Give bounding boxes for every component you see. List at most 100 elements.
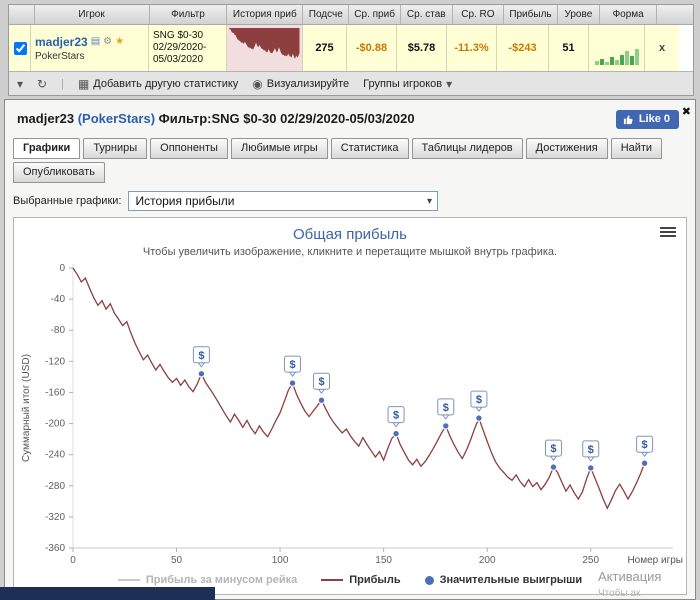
form-bar (609, 57, 614, 65)
panel-title-site[interactable]: (PokerStars) (78, 111, 155, 126)
column-header-form[interactable]: Форма (600, 5, 658, 25)
form-bar (594, 61, 599, 65)
tabs-row-1: Графики Турниры Оппоненты Любимые игры С… (13, 138, 695, 159)
svg-text:200: 200 (479, 555, 496, 566)
filter-line: SNG $0-30 (153, 30, 204, 41)
column-header-checkbox (9, 5, 35, 25)
row-checkbox-cell (9, 25, 31, 71)
achievements-star-icon[interactable]: ★ (115, 36, 124, 47)
svg-text:250: 250 (582, 555, 599, 566)
chart-select-row: Выбранные графики: История прибыли ▾ (13, 191, 695, 211)
panel-title: madjer23 (PokerStars) Фильтр:SNG $0-30 0… (5, 100, 695, 126)
form-bar (619, 55, 624, 65)
player-groups-button[interactable]: Группы игроков ▾ (363, 77, 452, 91)
svg-text:-160: -160 (45, 387, 65, 398)
column-header-count[interactable]: Подсче (303, 5, 350, 25)
chart-title: Общая прибыль (292, 226, 408, 243)
table-toolbar: ▾ ↻ | ▦ Добавить другую статистику ◉ Виз… (9, 71, 693, 95)
visualize-label: Визуализируйте (266, 77, 350, 90)
form-bar (624, 51, 629, 65)
legend-item-profit-minus-rake[interactable]: Прибыль за минусом рейка (117, 574, 297, 586)
activation-text: Активация (598, 569, 662, 584)
svg-text:$: $ (443, 402, 449, 414)
column-header-filter[interactable]: Фильтр (149, 5, 228, 25)
chart-subtitle: Чтобы увеличить изображение, кликните и … (142, 246, 558, 258)
table-row: madjer23 ▤ ⚙ ★ PokerStars SNG $0-30 02/2… (9, 25, 693, 71)
tab-achievements[interactable]: Достижения (525, 138, 608, 159)
form-bar (604, 62, 609, 65)
chart-legend: Прибыль за минусом рейка Прибыль Значите… (14, 574, 686, 586)
player-detail-panel: ✖ madjer23 (PokerStars) Фильтр:SNG $0-30… (4, 99, 696, 600)
visualize-button[interactable]: ◉ Визуализируйте (252, 77, 349, 91)
chart-select-value: История прибыли (135, 194, 235, 208)
chart-type-select[interactable]: История прибыли ▾ (128, 191, 439, 211)
svg-text:0: 0 (70, 555, 76, 566)
chevron-down-icon[interactable]: ▾ (17, 77, 23, 91)
column-header-avg-roi[interactable]: Ср. RO (452, 5, 505, 25)
gear-icon[interactable]: ⚙ (103, 36, 112, 47)
facebook-like-button[interactable]: Like 0 (615, 110, 679, 129)
like-count-label: Like 0 (638, 113, 670, 125)
chevron-down-icon: ▾ (426, 195, 432, 207)
add-statistic-button[interactable]: ▦ Добавить другую статистику (78, 77, 238, 91)
column-header-level[interactable]: Урове (557, 5, 601, 25)
sparkline-chart (228, 28, 299, 59)
form-bars-chart (589, 25, 645, 71)
legend-item-significant-wins[interactable]: Значительные выигрыши (424, 574, 583, 586)
close-icon[interactable]: ✖ (682, 105, 691, 118)
player-cell: madjer23 ▤ ⚙ ★ PokerStars (31, 25, 149, 71)
page: { "icons": { "dropdown": "▾", "refresh":… (0, 0, 700, 600)
svg-text:-280: -280 (45, 481, 65, 492)
tab-find[interactable]: Найти (610, 138, 663, 159)
form-bar (634, 49, 639, 65)
activation-subtext: Чтобы ак (598, 588, 641, 599)
bottom-tooltip-bar (0, 587, 215, 600)
svg-text:-360: -360 (45, 543, 65, 554)
svg-text:$: $ (588, 444, 594, 456)
column-header-profit[interactable]: Прибыль (504, 5, 558, 25)
row-actions-cell: x (645, 25, 679, 71)
form-bar (599, 59, 604, 65)
player-row-checkbox[interactable] (13, 41, 27, 55)
legend-label: Значительные выигрыши (439, 574, 583, 586)
players-table: Игрок Фильтр История приб Подсче Ср. при… (8, 4, 694, 96)
column-header-avg-profit[interactable]: Ср. приб (349, 5, 401, 25)
legend-label: Прибыль (349, 574, 401, 586)
profit-chart-plot[interactable]: 0 -40 -80 -120 -160 -200 -240 -280 -320 -360 0 50 10… (15, 260, 685, 574)
remove-row-button[interactable]: x (659, 42, 665, 54)
svg-text:$: $ (476, 394, 482, 406)
grid-icon: ▦ (77, 76, 90, 91)
panel-title-player: madjer23 (17, 111, 75, 126)
line-swatch-icon (321, 579, 344, 581)
player-link[interactable]: madjer23 (35, 35, 88, 49)
svg-text:-40: -40 (51, 294, 66, 305)
filter-cell: SNG $0-30 02/29/2020- 05/03/2020 (149, 25, 227, 71)
svg-text:-80: -80 (51, 325, 66, 336)
tab-statistics[interactable]: Статистика (330, 138, 409, 159)
tab-tournaments[interactable]: Турниры (83, 138, 148, 159)
tabs-row-2: Опубликовать (13, 162, 695, 183)
tab-leaderboards[interactable]: Таблицы лидеров (411, 138, 523, 159)
tab-favorite-games[interactable]: Любимые игры (230, 138, 328, 159)
refresh-icon[interactable]: ↻ (37, 77, 47, 91)
column-header-avg-stake[interactable]: Ср. став (400, 5, 453, 25)
svg-text:$: $ (318, 376, 324, 388)
svg-text:$: $ (289, 359, 295, 371)
tab-graphs[interactable]: Графики (13, 138, 81, 159)
column-header-profit-history[interactable]: История приб (227, 5, 304, 25)
svg-text:$: $ (550, 443, 556, 455)
column-header-player[interactable]: Игрок (34, 5, 150, 25)
panel-title-filter: Фильтр:SNG $0-30 02/29/2020-05/03/2020 (158, 111, 415, 126)
count-cell: 275 (303, 25, 347, 71)
chart-menu-icon[interactable] (660, 227, 676, 239)
profit-chart-panel: Общая прибыль Чтобы увеличить изображени… (13, 217, 687, 595)
tab-publish[interactable]: Опубликовать (13, 162, 105, 183)
tab-opponents[interactable]: Оппоненты (150, 138, 228, 159)
notes-icon[interactable]: ▤ (91, 36, 100, 47)
profit-history-sparkline[interactable] (227, 25, 303, 71)
chart-select-label: Выбранные графики: (13, 195, 122, 207)
count-value: 275 (315, 42, 334, 54)
svg-text:-240: -240 (45, 450, 65, 461)
legend-item-profit[interactable]: Прибыль (321, 574, 401, 586)
toolbar-divider: | (61, 77, 64, 90)
